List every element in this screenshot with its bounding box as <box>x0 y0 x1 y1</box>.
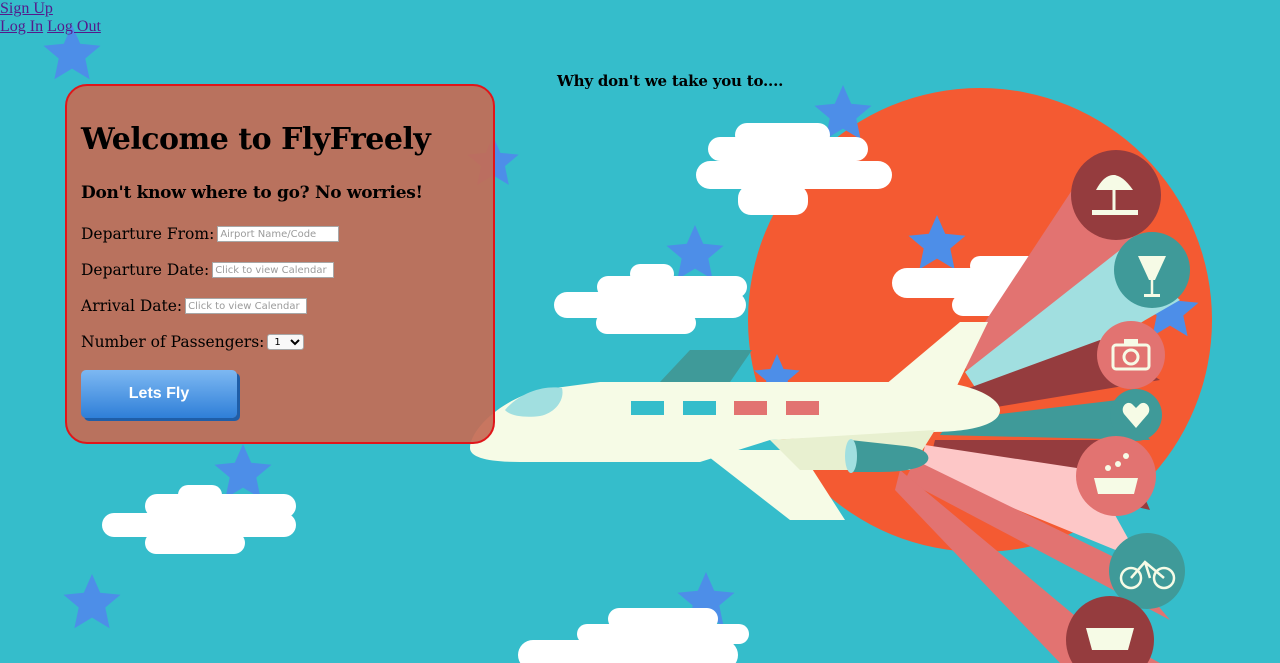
departure-from-label: Departure From: <box>81 225 215 243</box>
departure-date-label: Departure Date: <box>81 261 210 279</box>
passengers-row: Number of Passengers: 1 <box>81 332 305 351</box>
passengers-select[interactable]: 1 <box>267 334 305 350</box>
auth-nav: Sign Up Log In Log Out <box>0 0 101 36</box>
camera-icon <box>1097 321 1165 389</box>
cloud <box>554 264 747 334</box>
bathtub-icon <box>1076 436 1156 516</box>
star <box>63 574 121 629</box>
star <box>214 444 272 499</box>
logout-link[interactable]: Log Out <box>47 18 101 35</box>
umbrella-beach-icon <box>1071 150 1161 240</box>
cloud <box>518 608 749 663</box>
arrival-date-input[interactable] <box>185 298 308 314</box>
heart-icon <box>1110 389 1162 441</box>
departure-date-input[interactable] <box>212 262 335 278</box>
departure-from-row: Departure From: <box>81 224 340 243</box>
airplane-rear-wing <box>660 350 752 382</box>
arrival-date-row: Arrival Date: <box>81 296 308 315</box>
login-link[interactable]: Log In <box>0 18 43 35</box>
airplane-window <box>683 401 716 415</box>
cloud <box>102 485 296 554</box>
star <box>666 225 724 280</box>
airplane-window <box>734 401 767 415</box>
airplane-window <box>786 401 819 415</box>
page-subtitle: Don't know where to go? No worries! <box>81 183 423 203</box>
lets-fly-button[interactable]: Lets Fly <box>81 370 237 418</box>
signup-link[interactable]: Sign Up <box>0 0 53 17</box>
departure-date-row: Departure Date: <box>81 260 335 279</box>
arrival-date-label: Arrival Date: <box>81 297 183 315</box>
departure-from-input[interactable] <box>217 226 340 242</box>
passengers-label: Number of Passengers: <box>81 333 265 351</box>
airplane-window <box>631 401 664 415</box>
tagline: Why don't we take you to.... <box>557 72 784 90</box>
airplane-engine-intake <box>845 439 857 473</box>
page-title: Welcome to FlyFreely <box>81 122 431 157</box>
cocktail-icon <box>1114 232 1190 308</box>
flight-search-panel: Welcome to FlyFreely Don't know where to… <box>65 84 495 444</box>
